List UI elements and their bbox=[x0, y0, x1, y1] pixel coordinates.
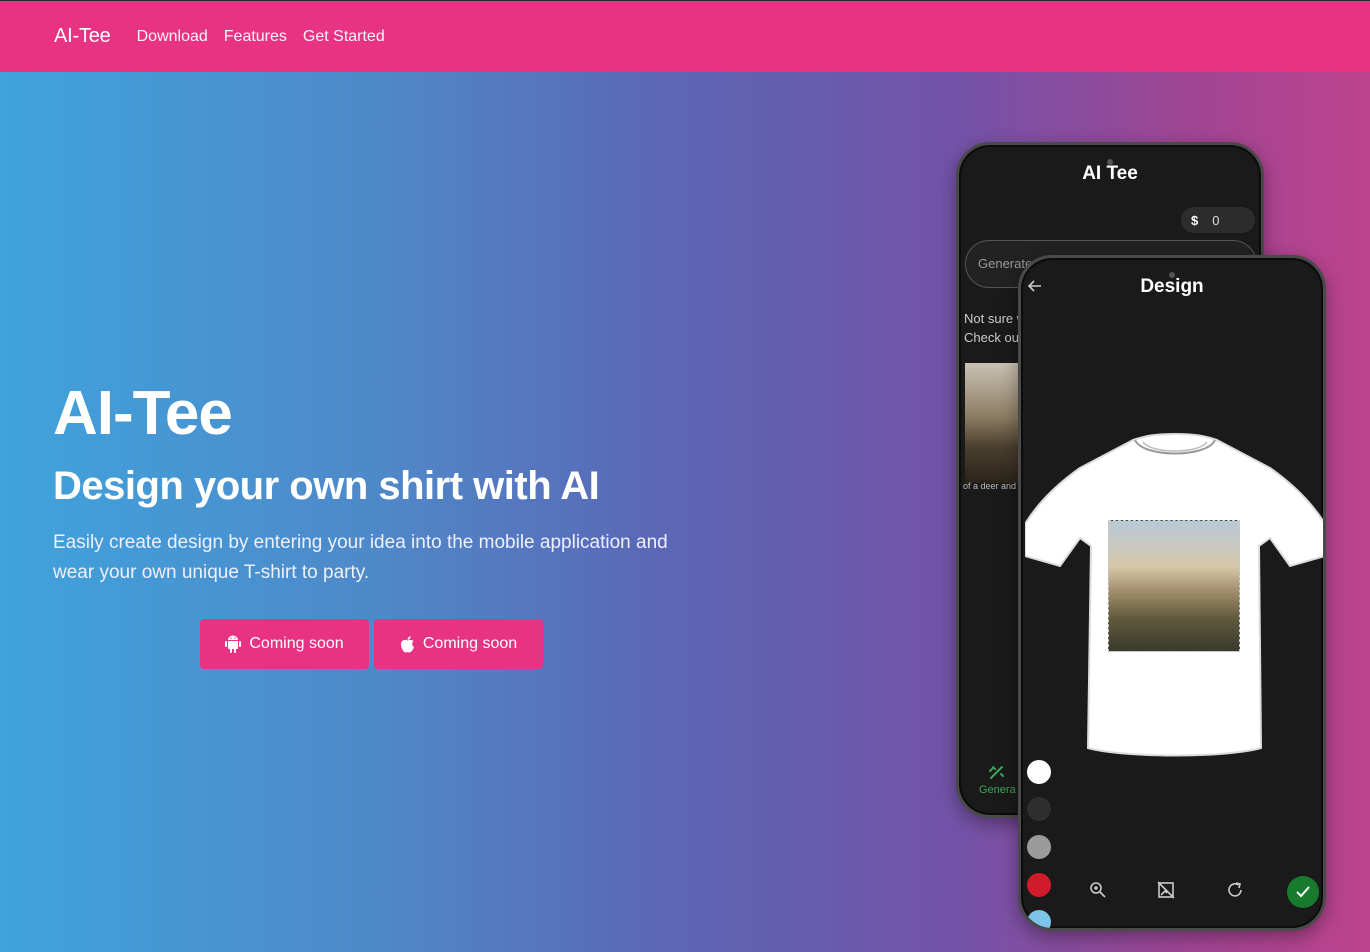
rotate-icon bbox=[1226, 881, 1244, 904]
nav-link-download[interactable]: Download bbox=[137, 28, 208, 46]
color-swatch-red bbox=[1027, 873, 1051, 897]
nav-link-features[interactable]: Features bbox=[224, 28, 287, 46]
design-title: Design bbox=[1140, 276, 1204, 297]
generate-tab-icon bbox=[989, 766, 1005, 779]
hint-line-1: Not sure w bbox=[964, 311, 1027, 326]
check-icon bbox=[1296, 886, 1310, 898]
remove-image-icon bbox=[1157, 881, 1175, 904]
balance-badge: $ 0 bbox=[1181, 207, 1255, 233]
hint-text: Not sure w Check out bbox=[964, 309, 1026, 347]
hero-subtitle: Design your own shirt with AI bbox=[53, 464, 600, 508]
navbar: AI-Tee Download Features Get Started bbox=[0, 0, 1370, 72]
generate-tab: Genera bbox=[979, 765, 1016, 796]
generate-tab-label: Genera bbox=[979, 784, 1016, 796]
app-title: AI Tee bbox=[1082, 163, 1138, 184]
ios-download-button[interactable]: Coming soon bbox=[374, 619, 543, 669]
color-swatch-white bbox=[1027, 760, 1051, 784]
brand-link[interactable]: AI-Tee bbox=[54, 25, 111, 48]
hero-title: AI-Tee bbox=[53, 379, 233, 448]
apple-icon bbox=[400, 635, 415, 653]
android-download-button[interactable]: Coming soon bbox=[200, 619, 369, 669]
ios-button-label: Coming soon bbox=[422, 635, 518, 652]
dollar-icon: $ bbox=[1191, 212, 1199, 228]
android-icon bbox=[225, 635, 242, 653]
hero-section: AI-Tee Design your own shirt with AI Eas… bbox=[0, 72, 1370, 952]
color-swatch-gray bbox=[1027, 835, 1051, 859]
hint-line-2: Check out bbox=[964, 330, 1023, 345]
color-swatch-black bbox=[1027, 797, 1051, 821]
nav-link-get-started[interactable]: Get Started bbox=[303, 28, 385, 46]
balance-value: 0 bbox=[1212, 212, 1220, 228]
example-caption: of a deer and bbox=[963, 481, 1017, 491]
zoom-icon bbox=[1089, 881, 1107, 904]
color-swatch-blue bbox=[1027, 910, 1051, 928]
android-button-label: Coming soon bbox=[249, 635, 344, 652]
phone-mockup-design: Design bbox=[1018, 255, 1326, 931]
confirm-button bbox=[1287, 876, 1319, 908]
design-print-image bbox=[1108, 520, 1240, 652]
hero-description: Easily create design by entering your id… bbox=[53, 532, 668, 583]
